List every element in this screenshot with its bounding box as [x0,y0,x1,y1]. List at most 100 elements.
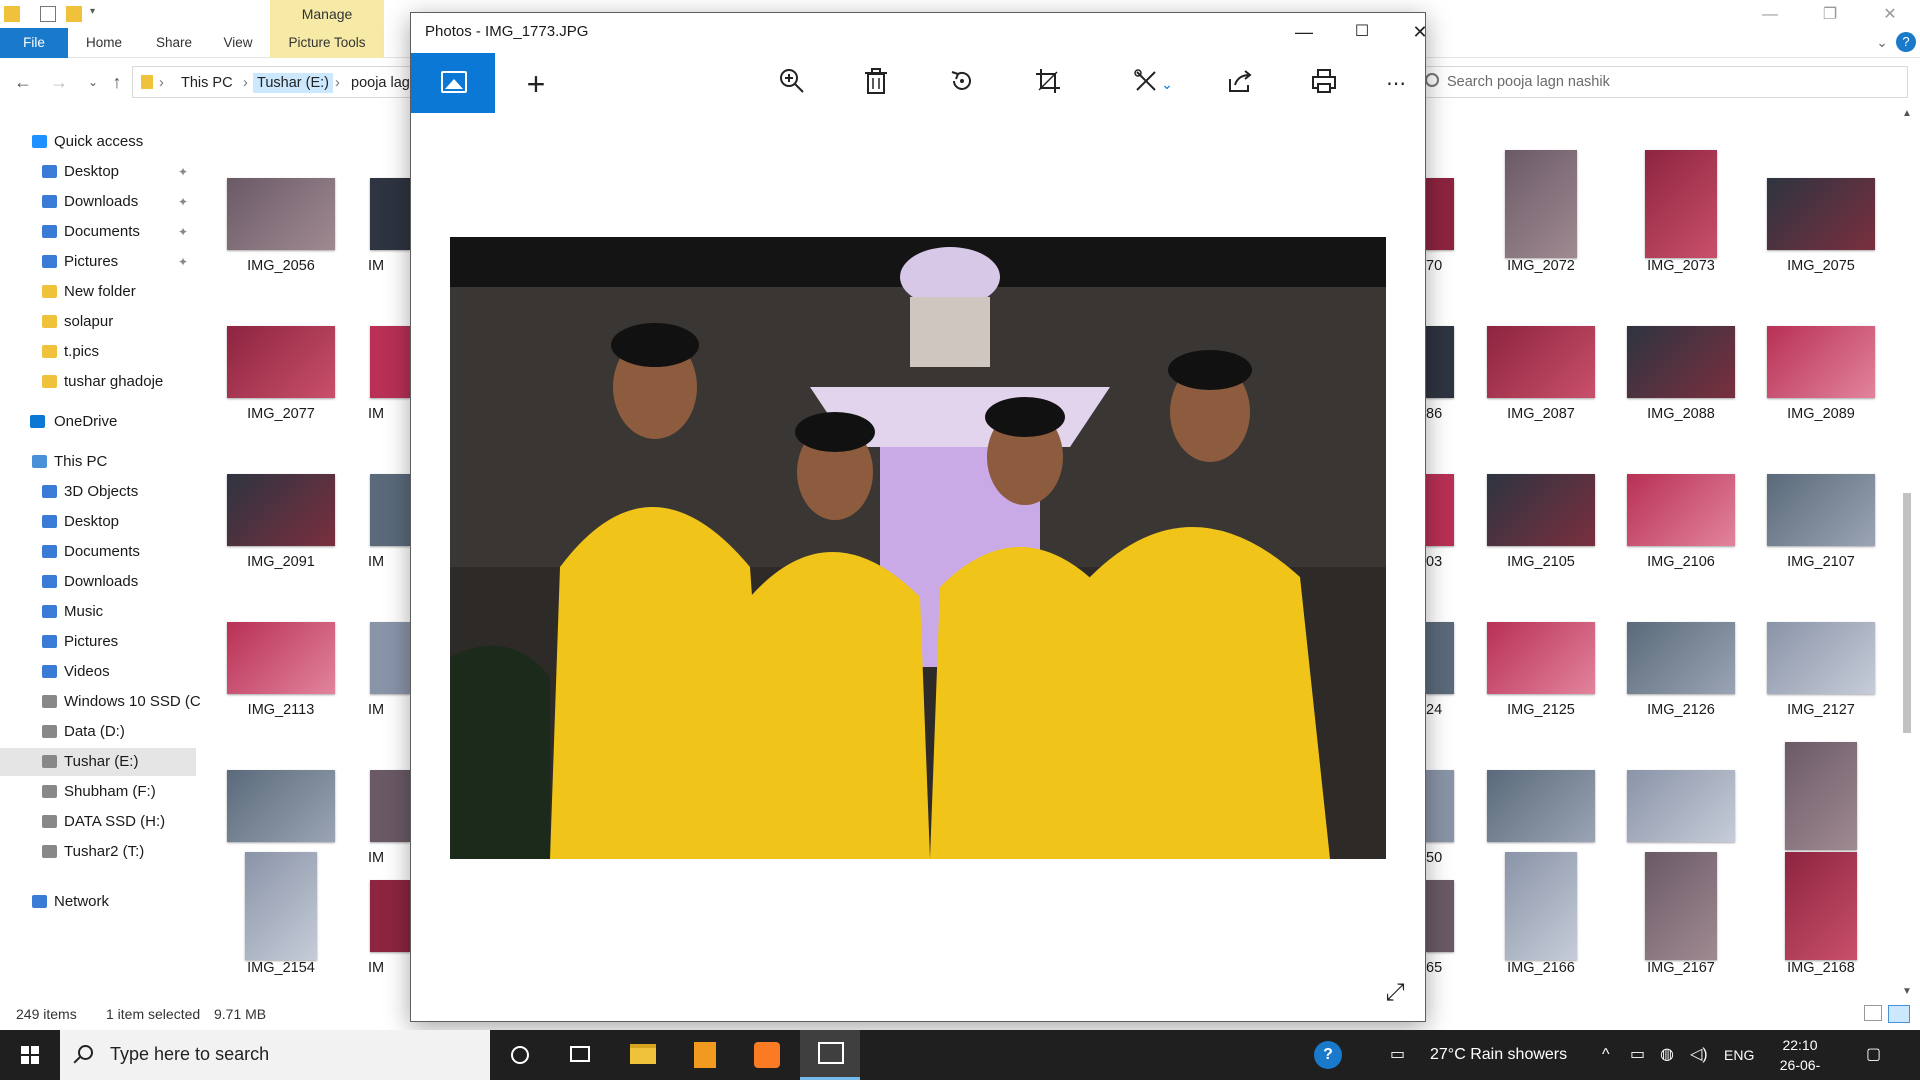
sidebar-item-onedrive[interactable]: OneDrive [0,408,196,436]
more-icon[interactable]: ⋯ [1379,67,1413,101]
file-thumbnail[interactable]: 86 [1426,298,1462,438]
pin-icon[interactable]: ✦ [178,248,188,276]
zoom-in-icon[interactable] [775,67,809,101]
taskbar-file-explorer[interactable] [612,1030,672,1080]
file-thumbnail[interactable]: 03 [1426,446,1462,586]
recent-locations-icon[interactable]: ⌄ [82,70,104,94]
sidebar-item-downloads[interactable]: Downloads ✦ [0,188,196,216]
add-icon[interactable]: + [519,67,553,101]
breadcrumb-folder[interactable]: pooja lag [351,73,410,93]
sidebar-item-3d-objects[interactable]: 3D Objects [0,478,196,506]
breadcrumb-tushar-drive[interactable]: Tushar (E:) [253,73,333,93]
file-thumbnail[interactable]: IMG_2077 [211,298,351,438]
file-thumbnail[interactable]: IMG_2072 [1471,150,1611,290]
file-thumbnail[interactable]: IMG_2073 [1611,150,1751,290]
volume-icon[interactable]: ◁) [1690,1030,1708,1080]
file-thumbnail[interactable]: IMG_2105 [1471,446,1611,586]
help-icon[interactable]: ? [1896,32,1916,52]
file-thumbnail[interactable]: 70 [1426,150,1462,290]
sidebar-item-tushar2-t-[interactable]: Tushar2 (T:) [0,838,196,866]
rotate-icon[interactable] [945,67,979,101]
sidebar-item-data-d-[interactable]: Data (D:) [0,718,196,746]
sidebar-item-new-folder[interactable]: New folder [0,278,196,306]
new-folder-icon[interactable] [66,6,82,22]
file-thumbnail[interactable]: 24 [1426,594,1462,734]
file-thumbnail[interactable]: IM [350,150,410,290]
tab-picture-tools[interactable]: Picture Tools [270,28,384,58]
minimize-icon[interactable]: — [1740,0,1800,30]
breadcrumb-this-pc[interactable]: This PC [181,73,233,93]
tab-share[interactable]: Share [148,28,200,58]
scroll-up-icon[interactable]: ▲ [1902,108,1912,119]
file-thumbnail[interactable]: IMG_2056 [211,150,351,290]
close-icon[interactable]: ✕ [1397,17,1443,47]
sidebar-item-music[interactable]: Music [0,598,196,626]
share-icon[interactable] [1223,67,1257,101]
properties-icon[interactable] [40,6,56,22]
customize-quick-access-icon[interactable]: ▾ [90,6,106,22]
pin-icon[interactable]: ✦ [178,158,188,186]
file-thumbnail[interactable]: IMG_2166 [1471,852,1611,992]
file-thumbnail[interactable]: IMG_2106 [1611,446,1751,586]
scrollbar-thumb[interactable] [1903,493,1911,733]
sidebar-item-downloads[interactable]: Downloads [0,568,196,596]
up-arrow-icon[interactable]: ↑ [106,70,128,94]
sidebar-item-windows-10-ssd-c[interactable]: Windows 10 SSD (C [0,688,201,716]
delete-icon[interactable] [859,67,893,101]
sidebar-item-documents[interactable]: Documents [0,538,196,566]
file-thumbnail[interactable]: IMG_2167 [1611,852,1751,992]
sidebar-item-pictures[interactable]: Pictures ✦ [0,248,196,276]
sidebar-item-this-pc[interactable]: This PC [0,448,196,476]
taskbar-xampp[interactable] [736,1030,796,1080]
crop-icon[interactable] [1031,67,1065,101]
sidebar-item-network[interactable]: Network [0,888,196,916]
file-thumbnail[interactable]: IM [350,594,410,734]
pin-icon[interactable]: ✦ [178,188,188,216]
manage-contextual-tab[interactable]: Manage [270,0,384,28]
sidebar-item-tushar-ghadoje[interactable]: tushar ghadoje [0,368,196,396]
task-view-button[interactable] [550,1030,610,1080]
file-thumbnail[interactable]: IM [350,446,410,586]
chevron-down-icon[interactable]: ⌄ [1157,67,1177,101]
large-icons-view-icon[interactable] [1888,1005,1910,1023]
file-thumbnail[interactable]: IMG_2125 [1471,594,1611,734]
taskbar-sublime-text[interactable] [674,1030,734,1080]
file-thumbnail[interactable]: IMG_2088 [1611,298,1751,438]
taskbar-photos[interactable] [800,1030,860,1080]
file-thumbnail[interactable]: IMG_2126 [1611,594,1751,734]
sidebar-item-quick-access[interactable]: Quick access [0,128,196,156]
forward-arrow-icon[interactable]: → [48,70,70,94]
sidebar-item-tushar-e-[interactable]: Tushar (E:) [0,748,196,776]
photo-canvas[interactable] [450,237,1386,859]
back-arrow-icon[interactable]: ← [12,70,34,94]
sidebar-item-documents[interactable]: Documents ✦ [0,218,196,246]
file-thumbnail[interactable]: IMG_2168 [1751,852,1891,992]
tab-file[interactable]: File [0,28,68,58]
taskbar-search-input[interactable]: Type here to search [60,1030,490,1080]
sidebar-item-videos[interactable]: Videos [0,658,196,686]
notification-icon[interactable]: ▢ [1866,1030,1881,1080]
file-thumbnail[interactable]: IMG_2087 [1471,298,1611,438]
file-thumbnail[interactable]: IMG_2107 [1751,446,1891,586]
file-thumbnail[interactable]: IM [350,298,410,438]
battery-icon[interactable]: ▭ [1630,1030,1645,1080]
weather-text[interactable]: 27°C Rain showers [1430,1030,1567,1080]
sidebar-item-solapur[interactable]: solapur [0,308,196,336]
sidebar-item-data-ssd-h-[interactable]: DATA SSD (H:) [0,808,196,836]
show-hidden-icons-icon[interactable]: ^ [1602,1030,1610,1080]
full-screen-icon[interactable]: ⤢ [1381,979,1409,1007]
cortana-button[interactable] [490,1030,550,1080]
details-view-icon[interactable] [1864,1005,1882,1021]
file-thumbnail[interactable]: 65 [1426,852,1462,992]
sidebar-item-desktop[interactable]: Desktop ✦ [0,158,196,186]
tab-home[interactable]: Home [78,28,130,58]
start-button[interactable] [0,1030,60,1080]
search-input[interactable]: Search pooja lagn nashik [1420,66,1908,98]
help-circle-icon[interactable]: ? [1314,1030,1342,1080]
restore-icon[interactable]: ❐ [1800,0,1860,30]
file-thumbnail[interactable]: IM [350,852,410,992]
view-collection-button[interactable] [411,53,495,113]
tab-view[interactable]: View [214,28,262,58]
sidebar-item-pictures[interactable]: Pictures [0,628,196,656]
address-box[interactable]: › This PC › Tushar (E:) › pooja lag [132,66,412,98]
